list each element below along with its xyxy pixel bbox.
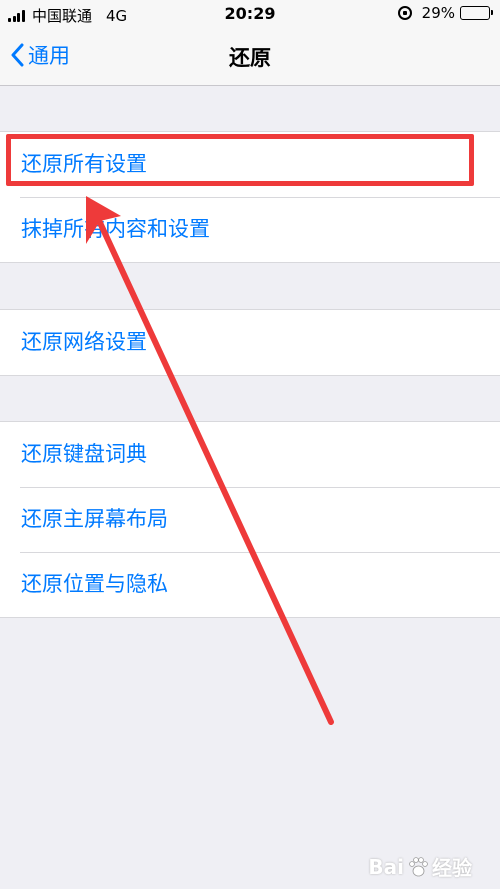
navigation-bar: 通用 还原 xyxy=(0,30,500,86)
reset-keyboard-dictionary-item[interactable]: 还原键盘词典 xyxy=(0,422,500,487)
reset-group-2: 还原网络设置 xyxy=(0,309,500,376)
erase-all-content-item[interactable]: 抹掉所有内容和设置 xyxy=(0,197,500,262)
page-title: 还原 xyxy=(229,46,271,70)
status-bar: 中国联通 4G 20:29 29% xyxy=(0,0,500,30)
battery-percent: 29% xyxy=(421,4,455,22)
battery-icon xyxy=(460,6,493,20)
reset-group-3: 还原键盘词典 还原主屏幕布局 还原位置与隐私 xyxy=(0,421,500,618)
watermark-right: 经验 xyxy=(432,856,472,880)
watermark: Bai 经验 xyxy=(368,852,472,881)
reset-all-settings-item[interactable]: 还原所有设置 xyxy=(0,132,500,197)
reset-network-settings-item[interactable]: 还原网络设置 xyxy=(0,310,500,375)
status-right: 29% xyxy=(397,4,493,22)
reset-location-privacy-item[interactable]: 还原位置与隐私 xyxy=(0,552,500,617)
orientation-lock-icon xyxy=(397,6,412,20)
reset-group-1: 还原所有设置 抹掉所有内容和设置 xyxy=(0,131,500,263)
reset-home-screen-layout-item[interactable]: 还原主屏幕布局 xyxy=(0,487,500,552)
watermark-left: Bai xyxy=(368,854,404,879)
paw-icon xyxy=(409,856,428,876)
